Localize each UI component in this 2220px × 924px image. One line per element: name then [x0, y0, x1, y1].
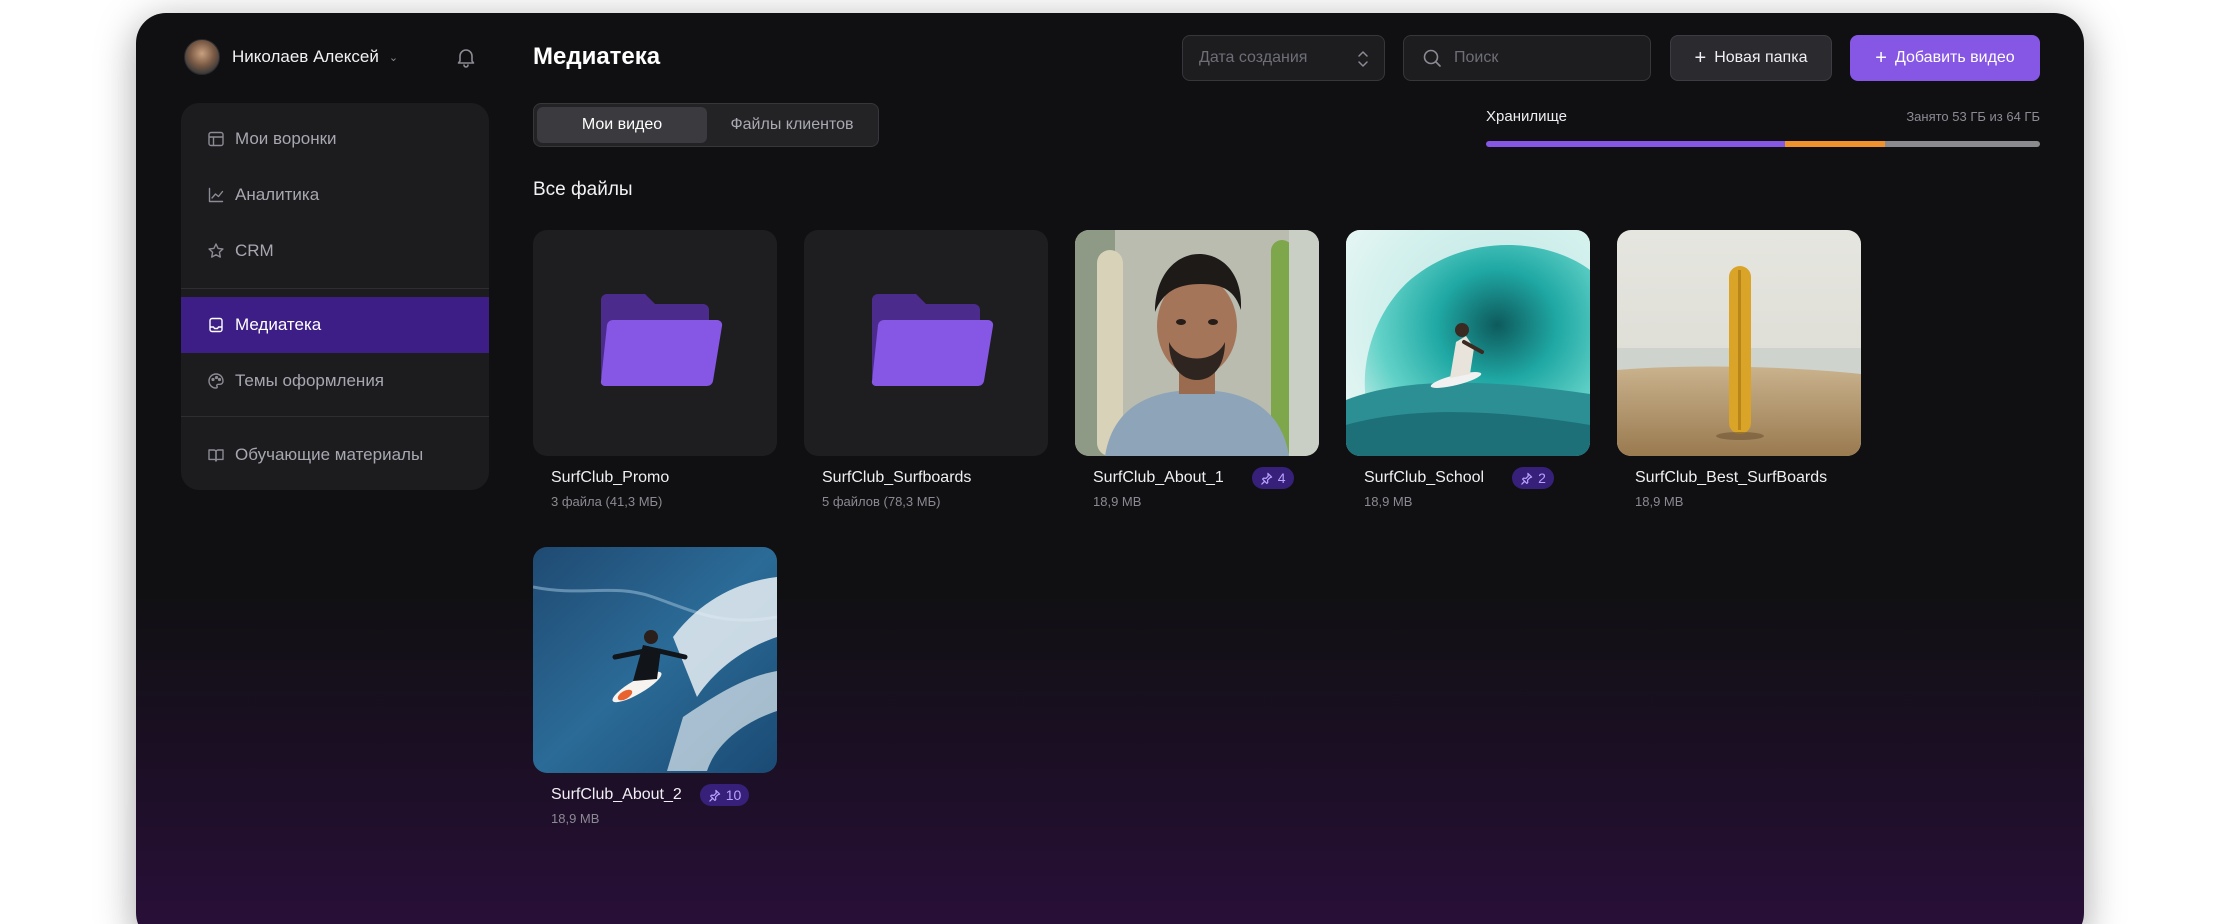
divider [181, 288, 489, 289]
sidebar-item-media-library[interactable]: Медиатека [181, 297, 489, 353]
sort-arrows-icon [1358, 51, 1368, 67]
file-tile[interactable]: SurfClub_School 2 18,9 MB [1346, 230, 1590, 509]
file-name: SurfClub_About_2 [551, 786, 682, 803]
star-icon [208, 243, 224, 258]
sidebar: Мои воронки Аналитика CRM Медиатека Темы… [181, 103, 489, 490]
file-name: SurfClub_Surfboards [822, 469, 972, 486]
file-meta: 18,9 MB [551, 811, 600, 826]
wave-surfer-image [1346, 230, 1590, 456]
sidebar-item-analytics[interactable]: Аналитика [181, 167, 489, 223]
file-tile[interactable]: SurfClub_Surfboards 5 файлов (78,3 МБ) [804, 230, 1048, 509]
storage-segment-videos [1486, 141, 1786, 147]
portrait-image [1075, 230, 1319, 456]
plus-icon: + [1875, 47, 1887, 69]
sidebar-item-funnels[interactable]: Мои воронки [181, 111, 489, 167]
file-name: SurfClub_School [1364, 469, 1485, 486]
table-icon [208, 131, 224, 147]
divider [181, 416, 489, 417]
storage-label: Хранилище [1486, 108, 1567, 125]
surfboard-beach-image [1617, 230, 1861, 456]
sidebar-item-tutorials[interactable]: Обучающие материалы [181, 427, 489, 483]
pins-count: 2 [1538, 470, 1546, 486]
section-title: Все файлы [533, 179, 633, 200]
sidebar-item-themes[interactable]: Темы оформления [181, 353, 489, 409]
search-placeholder: Поиск [1454, 49, 1499, 66]
bell-icon[interactable] [454, 45, 478, 69]
storage-usage: Занято 53 ГБ из 64 ГБ [1906, 109, 2040, 124]
pin-icon [1521, 472, 1533, 485]
inbox-icon [209, 317, 223, 333]
new-folder-label: Новая папка [1714, 49, 1808, 66]
user-name: Николаев Алексей [232, 47, 379, 66]
search-input[interactable]: Поиск [1403, 35, 1651, 81]
folder-thumbnail [804, 230, 1048, 456]
video-thumbnail [533, 547, 777, 773]
sidebar-item-label: Мои воронки [235, 129, 337, 148]
plus-icon: + [1694, 47, 1707, 69]
file-tile[interactable]: SurfClub_Best_SurfBoards 18,9 MB [1617, 230, 1861, 509]
file-name: SurfClub_About_1 [1093, 469, 1224, 486]
tab-client-files[interactable]: Файлы клиентов [709, 107, 875, 143]
tabs: Мои видео Файлы клиентов [533, 103, 879, 147]
file-name: SurfClub_Promo [551, 469, 670, 486]
pin-icon [1261, 472, 1272, 485]
folder-thumbnail [533, 230, 777, 456]
sidebar-item-label: Аналитика [235, 185, 320, 204]
pins-badge[interactable]: 10 [699, 784, 750, 806]
file-tile[interactable]: SurfClub_About_2 10 18,9 MB [533, 547, 777, 826]
sort-select[interactable]: Дата создания [1182, 35, 1385, 81]
pins-count: 10 [725, 787, 742, 803]
sidebar-item-label: Медиатека [235, 315, 322, 334]
video-thumbnail [1617, 230, 1861, 456]
pins-badge[interactable]: 2 [1512, 467, 1554, 489]
sidebar-item-crm[interactable]: CRM [181, 223, 489, 279]
storage-bar [1486, 141, 2040, 147]
file-tile[interactable]: SurfClub_Promo 3 файла (41,3 МБ) [533, 230, 777, 509]
storage-segment-other [1785, 141, 1885, 147]
page-title: Медиатека [533, 43, 661, 70]
chevron-down-icon: ⌄ [388, 51, 399, 64]
pins-badge[interactable]: 4 [1251, 467, 1294, 489]
sidebar-item-label: Темы оформления [235, 371, 385, 390]
file-meta: 3 файла (41,3 МБ) [551, 494, 663, 509]
user-menu[interactable]: Николаев Алексей ⌄ [184, 39, 398, 75]
pins-count: 4 [1277, 470, 1286, 486]
file-tile[interactable]: SurfClub_About_1 4 18,9 MB [1075, 230, 1319, 509]
folder-icon [871, 294, 994, 387]
folder-icon [600, 294, 723, 387]
palette-icon [208, 373, 224, 389]
file-meta: 18,9 MB [1635, 494, 1684, 509]
video-thumbnail [1346, 230, 1590, 456]
tab-my-videos[interactable]: Мои видео [537, 107, 707, 143]
add-video-button[interactable]: + Добавить видео [1850, 35, 2040, 81]
new-folder-button[interactable]: + Новая папка [1670, 35, 1832, 81]
file-meta: 18,9 MB [1093, 494, 1142, 509]
sidebar-item-label: Обучающие материалы [235, 445, 424, 464]
avatar [184, 39, 220, 75]
add-video-label: Добавить видео [1894, 49, 2015, 66]
surfer-ocean-image [533, 547, 777, 773]
search-icon [1423, 49, 1441, 67]
sort-select-value: Дата создания [1199, 49, 1308, 66]
book-icon [208, 449, 224, 462]
sidebar-item-label: CRM [235, 241, 274, 260]
pin-icon [709, 789, 720, 802]
file-meta: 5 файлов (78,3 МБ) [822, 494, 941, 509]
video-thumbnail [1075, 230, 1319, 456]
file-name: SurfClub_Best_SurfBoards [1635, 469, 1828, 486]
app-window: Николаев Алексей ⌄ Мои воронки Аналитика… [136, 13, 2084, 924]
chart-line-icon [208, 187, 224, 203]
file-meta: 18,9 MB [1364, 494, 1413, 509]
storage-segment-free [1884, 141, 2040, 147]
